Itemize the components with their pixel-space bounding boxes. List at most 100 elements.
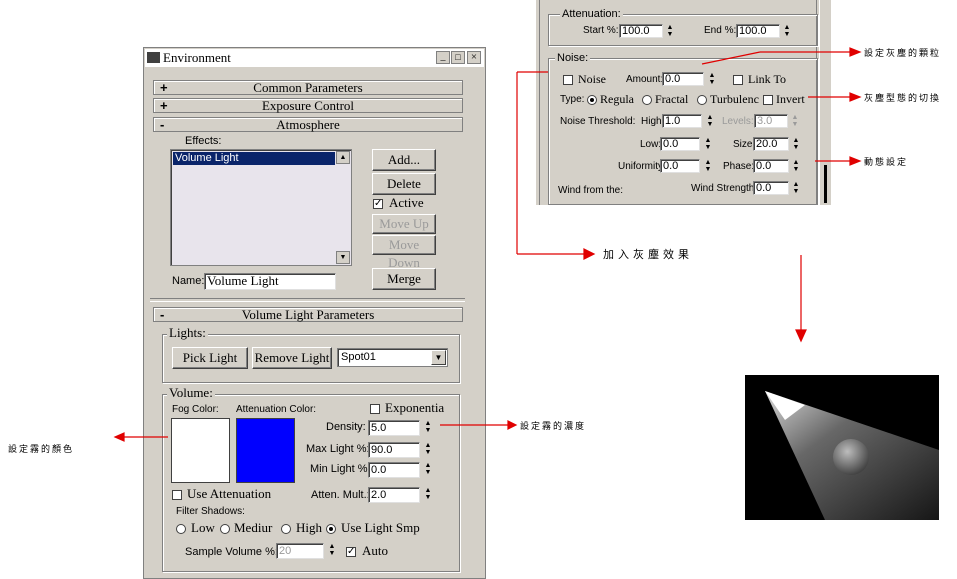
amount-spinner[interactable]: ▲ ▼ — [707, 72, 717, 86]
annotation-dust-type: 灰塵型態的切換 — [864, 94, 942, 104]
divider — [150, 298, 465, 302]
end-input[interactable]: 100.0 — [736, 24, 780, 38]
start-input[interactable]: 100.0 — [619, 24, 663, 38]
density-spinner[interactable]: ▲ ▼ — [423, 420, 433, 436]
size-input[interactable]: 20.0 — [753, 137, 789, 151]
type-turbulence-label: Turbulenc — [710, 92, 759, 106]
merge-button[interactable]: Merge — [372, 268, 436, 290]
low-input[interactable]: 0.0 — [660, 137, 700, 151]
link-to-checkbox[interactable] — [733, 75, 743, 85]
wind-strength-spinner[interactable]: ▲ ▼ — [791, 181, 801, 195]
phase-input[interactable]: 0.0 — [753, 159, 789, 173]
shadow-medium-radio[interactable] — [220, 524, 230, 534]
atten-mult-spinner[interactable]: ▲ ▼ — [423, 487, 433, 503]
rollout-title: Exposure Control — [261, 98, 355, 113]
start-spinner[interactable]: ▲ ▼ — [665, 24, 675, 38]
active-checkbox[interactable]: ✓ — [373, 199, 383, 209]
use-attenuation-checkbox[interactable] — [172, 490, 182, 500]
wind-from-label: Wind from the: — [558, 185, 624, 196]
add-button[interactable]: Add... — [372, 149, 436, 171]
low-spinner[interactable]: ▲ ▼ — [703, 137, 713, 151]
size-spinner[interactable]: ▲ ▼ — [791, 137, 801, 151]
high-spinner[interactable]: ▲ ▼ — [705, 114, 715, 128]
pick-light-button[interactable]: Pick Light — [172, 347, 248, 369]
size-label: Size: — [733, 139, 756, 150]
uniformity-input[interactable]: 0.0 — [660, 159, 700, 173]
high-input[interactable]: 1.0 — [662, 114, 702, 128]
app-icon — [147, 52, 160, 63]
maximize-button[interactable]: □ — [451, 51, 465, 64]
density-input[interactable]: 5.0 — [368, 420, 420, 436]
fog-color-label: Fog Color: — [172, 404, 219, 415]
scroll-up-icon[interactable]: ▲ — [336, 151, 350, 164]
max-light-input[interactable]: 90.0 — [368, 442, 420, 458]
shadow-use-light-smp-label: Use Light Smp — [341, 520, 420, 535]
end-spinner[interactable]: ▲ ▼ — [782, 24, 792, 38]
volume-light-render — [765, 391, 939, 520]
wind-strength-label: Wind Strength: — [691, 183, 758, 194]
attenuation-color-swatch[interactable] — [236, 418, 295, 483]
rollout-atmosphere[interactable]: - Atmosphere — [153, 117, 463, 132]
light-select[interactable]: Spot01 ▼ — [337, 348, 448, 367]
phase-spinner[interactable]: ▲ ▼ — [791, 159, 801, 173]
max-light-spinner[interactable]: ▲ ▼ — [423, 442, 433, 458]
min-light-input[interactable]: 0.0 — [368, 462, 420, 478]
auto-label: Auto — [362, 543, 388, 558]
move-up-button[interactable]: Move Up — [372, 214, 436, 234]
scroll-thumb[interactable] — [824, 165, 827, 203]
name-label: Name: — [172, 275, 205, 287]
atten-mult-input[interactable]: 2.0 — [368, 487, 420, 503]
type-regular-radio[interactable] — [587, 95, 597, 105]
uniformity-spinner[interactable]: ▲ ▼ — [703, 159, 713, 173]
wind-strength-input[interactable]: 0.0 — [753, 181, 789, 195]
list-scrollbar[interactable]: ▲ ▼ — [336, 151, 350, 264]
rollout-volume-light-parameters[interactable]: - Volume Light Parameters — [153, 307, 463, 322]
invert-checkbox[interactable] — [763, 95, 773, 105]
levels-spinner[interactable]: ▲ ▼ — [790, 114, 800, 128]
render-preview-image — [745, 375, 939, 520]
lights-group-label: Lights: — [167, 325, 208, 340]
sample-volume-input[interactable]: 20 — [276, 543, 324, 559]
type-fractal-radio[interactable] — [642, 95, 652, 105]
chevron-down-icon[interactable]: ▼ — [431, 350, 446, 365]
shadow-low-radio[interactable] — [176, 524, 186, 534]
exponential-label: Exponentia — [385, 400, 445, 415]
remove-light-button[interactable]: Remove Light — [252, 347, 332, 369]
shadow-high-radio[interactable] — [281, 524, 291, 534]
shadow-low-label: Low — [191, 520, 215, 535]
move-down-button[interactable]: Move Down — [372, 235, 436, 270]
name-input[interactable]: Volume Light — [204, 273, 336, 290]
exponential-checkbox[interactable] — [370, 404, 380, 414]
type-turbulence-radio[interactable] — [697, 95, 707, 105]
minimize-button[interactable]: _ — [436, 51, 450, 64]
scroll-down-icon[interactable]: ▼ — [336, 251, 350, 264]
min-light-label: Min Light %: — [310, 463, 371, 475]
shadow-use-light-smp-radio[interactable] — [326, 524, 336, 534]
auto-checkbox[interactable]: ✓ — [346, 547, 356, 557]
sample-volume-spinner[interactable]: ▲ ▼ — [327, 543, 337, 559]
delete-button[interactable]: Delete — [372, 173, 436, 195]
rollout-title: Atmosphere — [276, 117, 340, 132]
noise-threshold-label: Noise Threshold: — [560, 116, 636, 127]
max-light-label: Max Light %: — [306, 443, 370, 455]
amount-label: Amount: — [626, 74, 664, 85]
rollout-title: Common Parameters — [253, 80, 363, 95]
rollout-exposure-control[interactable]: + Exposure Control — [153, 98, 463, 113]
min-light-spinner[interactable]: ▲ ▼ — [423, 462, 433, 478]
active-label: Active — [389, 195, 424, 210]
panel-scrollbar[interactable] — [819, 0, 831, 205]
list-item-selected[interactable]: Volume Light — [173, 152, 335, 165]
light-select-value: Spot01 — [341, 351, 376, 363]
high-label: High: — [641, 116, 665, 127]
effects-list[interactable]: Volume Light ▲ ▼ — [170, 149, 352, 266]
fog-color-swatch[interactable] — [171, 418, 230, 483]
type-label: Type: — [560, 94, 585, 105]
noise-checkbox[interactable] — [563, 75, 573, 85]
rollout-common-parameters[interactable]: + Common Parameters — [153, 80, 463, 95]
amount-input[interactable]: 0.0 — [662, 72, 704, 86]
shadow-high-label: High — [296, 520, 322, 535]
close-button[interactable]: × — [467, 51, 481, 64]
levels-input[interactable]: 3.0 — [754, 114, 788, 128]
attenuation-group-label: Attenuation: — [560, 7, 623, 21]
effects-label: Effects: — [185, 135, 222, 147]
